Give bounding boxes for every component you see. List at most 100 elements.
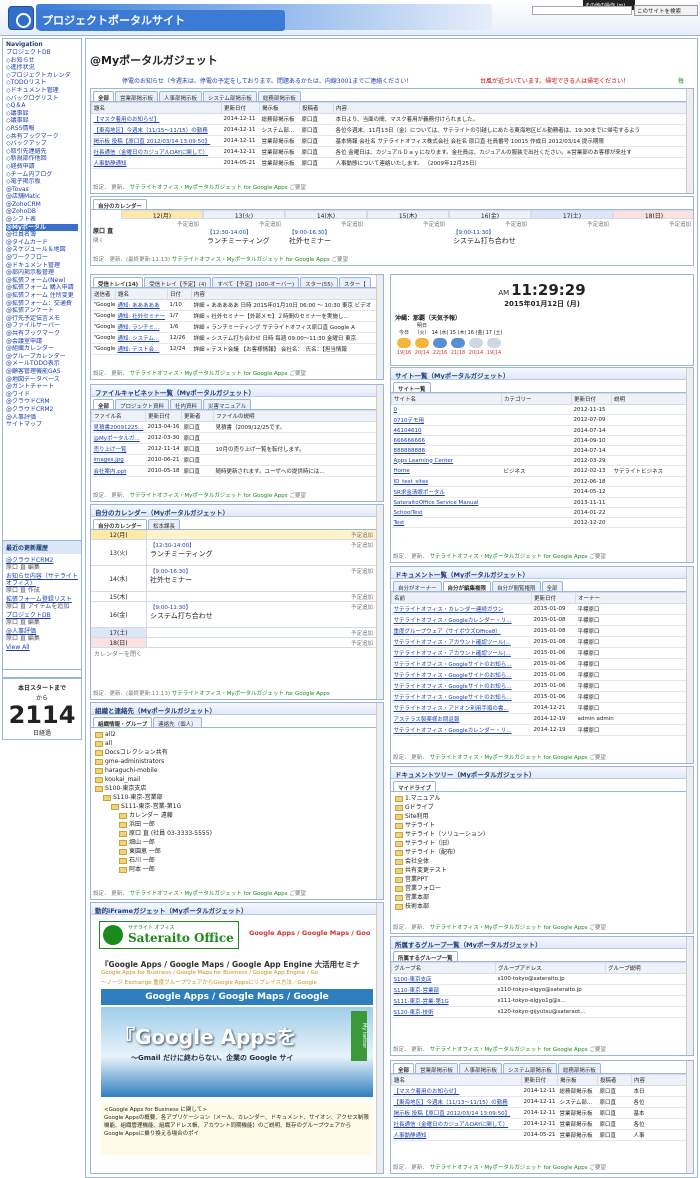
mail-scrollbar[interactable] — [376, 275, 383, 379]
row-link[interactable]: サテライトオフィス・カレンダー連続ガウン — [391, 603, 532, 615]
calendar-day-label[interactable]: 17(土) — [91, 628, 147, 637]
table-row[interactable]: 会社案内.ppt 2010-05-18 原口直 随時更新されます。ユーザへの提供時には… — [91, 465, 383, 477]
calendar-day-label[interactable]: 14(水) — [91, 566, 147, 591]
doc-tree-item[interactable]: サテライト（ソリューション） — [391, 830, 693, 839]
calendar-scrollbar[interactable] — [376, 505, 383, 699]
add-event-link[interactable]: 予定追加 — [351, 593, 373, 601]
tab[interactable]: すべて【予定】(100-オーバー) — [212, 277, 300, 288]
document-scrollbar[interactable] — [686, 567, 693, 763]
table-row[interactable]: Apps Learning Center 2012-03-29 — [391, 455, 693, 466]
column-header[interactable]: 名前 — [391, 592, 532, 604]
table-row[interactable]: SateraitoOffice Service Manual 2013-11-11 — [391, 497, 693, 508]
table-row[interactable]: 掲示板 投稿【原口直 2012/03/14 13:09:50】 2014-12-1… — [91, 135, 693, 147]
nav-item[interactable]: @行先予定伝言メモ — [6, 315, 78, 323]
org-tree-item[interactable]: 畑山 一郎 — [91, 838, 383, 847]
table-row[interactable]: Test 2012-12-20 — [391, 517, 693, 528]
calendar-day-label[interactable]: 13(火) — [91, 540, 147, 565]
row-link[interactable]: 【東海地区】今週末（11/15～11/15）の勤務 — [91, 124, 222, 136]
table-row[interactable]: "Google...通知: 社外セミナー1/7詳細 » 社外セミナー【外部メモ】… — [91, 310, 383, 322]
nav-item[interactable]: @人事評価 — [6, 414, 78, 422]
row-link[interactable]: 掲示板 投稿【原口直 2012/03/14 13:09:50】 — [391, 1107, 522, 1119]
row-link[interactable]: サテライトオフィス・Googleカレンダー・リ... — [391, 724, 532, 736]
calendar-day-label[interactable]: 15(木) — [91, 592, 147, 601]
row-link[interactable]: 人事動静通知 — [91, 157, 222, 169]
column-header[interactable]: 更新日付 — [145, 410, 182, 422]
tab[interactable]: システム部掲示板 — [203, 91, 257, 102]
table-row[interactable]: 666666666 2014-09-10 — [391, 435, 693, 446]
nav-item[interactable]: ◇議事録 — [6, 110, 78, 118]
add-event-link[interactable]: 予定追加 — [613, 220, 691, 228]
table-row[interactable]: 掲示板 投稿【原口直 2012/03/14 13:09:50】 2014-12-1… — [391, 1107, 693, 1119]
tab[interactable]: システム部掲示板 — [503, 1063, 557, 1074]
nav-item[interactable]: @拡張フォーム 住所変更 — [6, 292, 78, 300]
tab[interactable]: スター【 — [338, 277, 371, 288]
event-time[interactable]: 【9:00-16:30】 — [150, 567, 380, 575]
tab[interactable]: プロジェクト資料 — [115, 399, 170, 410]
row-link[interactable]: サテライトオフィス・Googleサイトのお知ら... — [391, 658, 532, 670]
table-row[interactable]: S110-東京-営業部 s110-tokyo-eigyo@sateraito.jp — [391, 984, 693, 996]
table-row[interactable]: SR求金清眼ポータル 2014-05-12 — [391, 486, 693, 498]
column-header[interactable]: ファイル名 — [91, 410, 146, 422]
event-name[interactable]: システム打ち合わせ — [150, 611, 380, 621]
nav-item[interactable]: ◇ドキュメント管理 — [6, 87, 78, 95]
row-link[interactable]: 掲示板 投稿【原口直 2012/03/14 13:09:50】 — [91, 135, 222, 147]
view-all-link[interactable]: View All — [6, 644, 78, 651]
column-header[interactable]: 内容 — [191, 288, 383, 300]
row-link[interactable]: サテライトオフィス・Googleサイトのお知ら... — [391, 669, 532, 681]
row-link[interactable]: 社長通信（金曜日のカジュアルDAYに関して） — [91, 146, 222, 158]
tab[interactable]: 全部 — [93, 91, 115, 102]
column-header[interactable]: 説明 — [611, 393, 693, 405]
nav-item[interactable]: ◇取引先連絡先 — [6, 148, 78, 156]
add-event-link[interactable]: 予定追加 — [121, 220, 199, 228]
tab-my-drive[interactable]: マイドライブ — [393, 781, 437, 792]
row-link[interactable]: 会社案内.ppt — [91, 465, 146, 477]
event-time[interactable]: 【9:00-11:30】 — [453, 228, 494, 236]
calendar-day-header[interactable]: 17(土) — [531, 210, 613, 220]
doc-tree-item[interactable]: 共有変更テスト — [391, 866, 693, 875]
tab[interactable]: 総務部掲示板 — [257, 91, 301, 102]
tab[interactable]: 営業部掲示板 — [115, 91, 159, 102]
row-link[interactable]: サテライトオフィス・アカウント確認ツール(... — [391, 636, 532, 648]
column-header[interactable]: 内容 — [333, 102, 693, 114]
row-link[interactable]: 0710デモ用 — [391, 414, 502, 426]
row-link[interactable]: 社長通信（金曜日のカジュアルDAYに関して） — [391, 1118, 522, 1130]
org-tree-item[interactable]: S111-東京-営業-第1G — [91, 802, 383, 811]
event-time[interactable]: 【12:30-14:00】 — [207, 228, 252, 236]
nav-item[interactable]: @クラウドCRM — [6, 398, 78, 406]
add-event-link[interactable]: 予定追加 — [203, 220, 281, 228]
add-event-link[interactable]: 予定追加 — [351, 603, 373, 611]
table-row[interactable]: SchoolTest 2014-01-22 — [391, 507, 693, 518]
nav-item[interactable]: ◇議事録 — [6, 117, 78, 125]
row-link[interactable]: 【東海地区】今週末（11/13～11/15）の勤務 — [391, 1096, 522, 1108]
table-row[interactable]: サテライトオフィス・アカウント確認ツール(... 2015-01-06 平標原口 — [391, 647, 693, 659]
table-row[interactable]: サテライトオフィス・Googleサイトのお知ら... 2015-01-06 平標原口 — [391, 691, 693, 703]
org-tree-item[interactable]: カレンダー 遠藤 — [91, 811, 383, 820]
event-time[interactable]: 【9:00-16:30】 — [289, 228, 330, 236]
nav-item[interactable]: ◇電子掲示板 — [6, 178, 78, 186]
column-header[interactable]: 更新者 — [181, 410, 214, 422]
org-tree-item[interactable]: koukai_mail — [91, 775, 383, 784]
nav-item[interactable]: @スケジュール＆地図 — [6, 246, 78, 254]
table-row[interactable]: S100-東京支店 s100-tokyo@sateraito.jp — [391, 973, 693, 985]
nav-item[interactable]: @拡張フォーム：交通費 — [6, 300, 78, 308]
event-name[interactable]: 社外セミナー — [150, 575, 380, 585]
file-scrollbar[interactable] — [376, 385, 383, 501]
calendar-day-header[interactable]: 16(金) — [449, 210, 531, 220]
row-link[interactable]: SchoolTest — [391, 507, 502, 518]
table-row[interactable]: "Google...通知: あああああ1/10詳細 » あああああ 日時 201… — [91, 299, 383, 311]
column-header[interactable]: サイト名 — [391, 393, 502, 405]
row-link[interactable]: サテライトオフィス・アドオン利用手順の書... — [391, 702, 532, 714]
column-header[interactable]: 送信者 — [91, 288, 116, 300]
column-header[interactable]: 題名 — [115, 288, 168, 300]
row-link[interactable]: S110-東京-営業部 — [391, 984, 496, 996]
nav-item[interactable]: @社員名簿 — [6, 231, 78, 239]
org-tree-item[interactable]: 原口 直 (社員 03-3333-5555) — [91, 829, 383, 838]
table-row[interactable]: ID_test_sites 2012-06-18 — [391, 476, 693, 487]
organization-scrollbar[interactable] — [376, 703, 383, 899]
doc-tree-item[interactable]: 会社全体 — [391, 857, 693, 866]
table-row[interactable]: 【マスク着用のお知らせ】 2014-12-11 総務部掲示板 原口直 本日より、当面の間… — [91, 113, 693, 125]
table-row[interactable]: 売り上げ一覧 2012-11-14 原口直 10月の売り上げ一覧を転付します。 — [91, 443, 383, 455]
row-link[interactable]: 通知: ランチミ... — [115, 321, 168, 333]
tab[interactable]: 営業部掲示板 — [415, 1063, 459, 1074]
table-row[interactable]: 46104610 2014-07-14 — [391, 425, 693, 436]
